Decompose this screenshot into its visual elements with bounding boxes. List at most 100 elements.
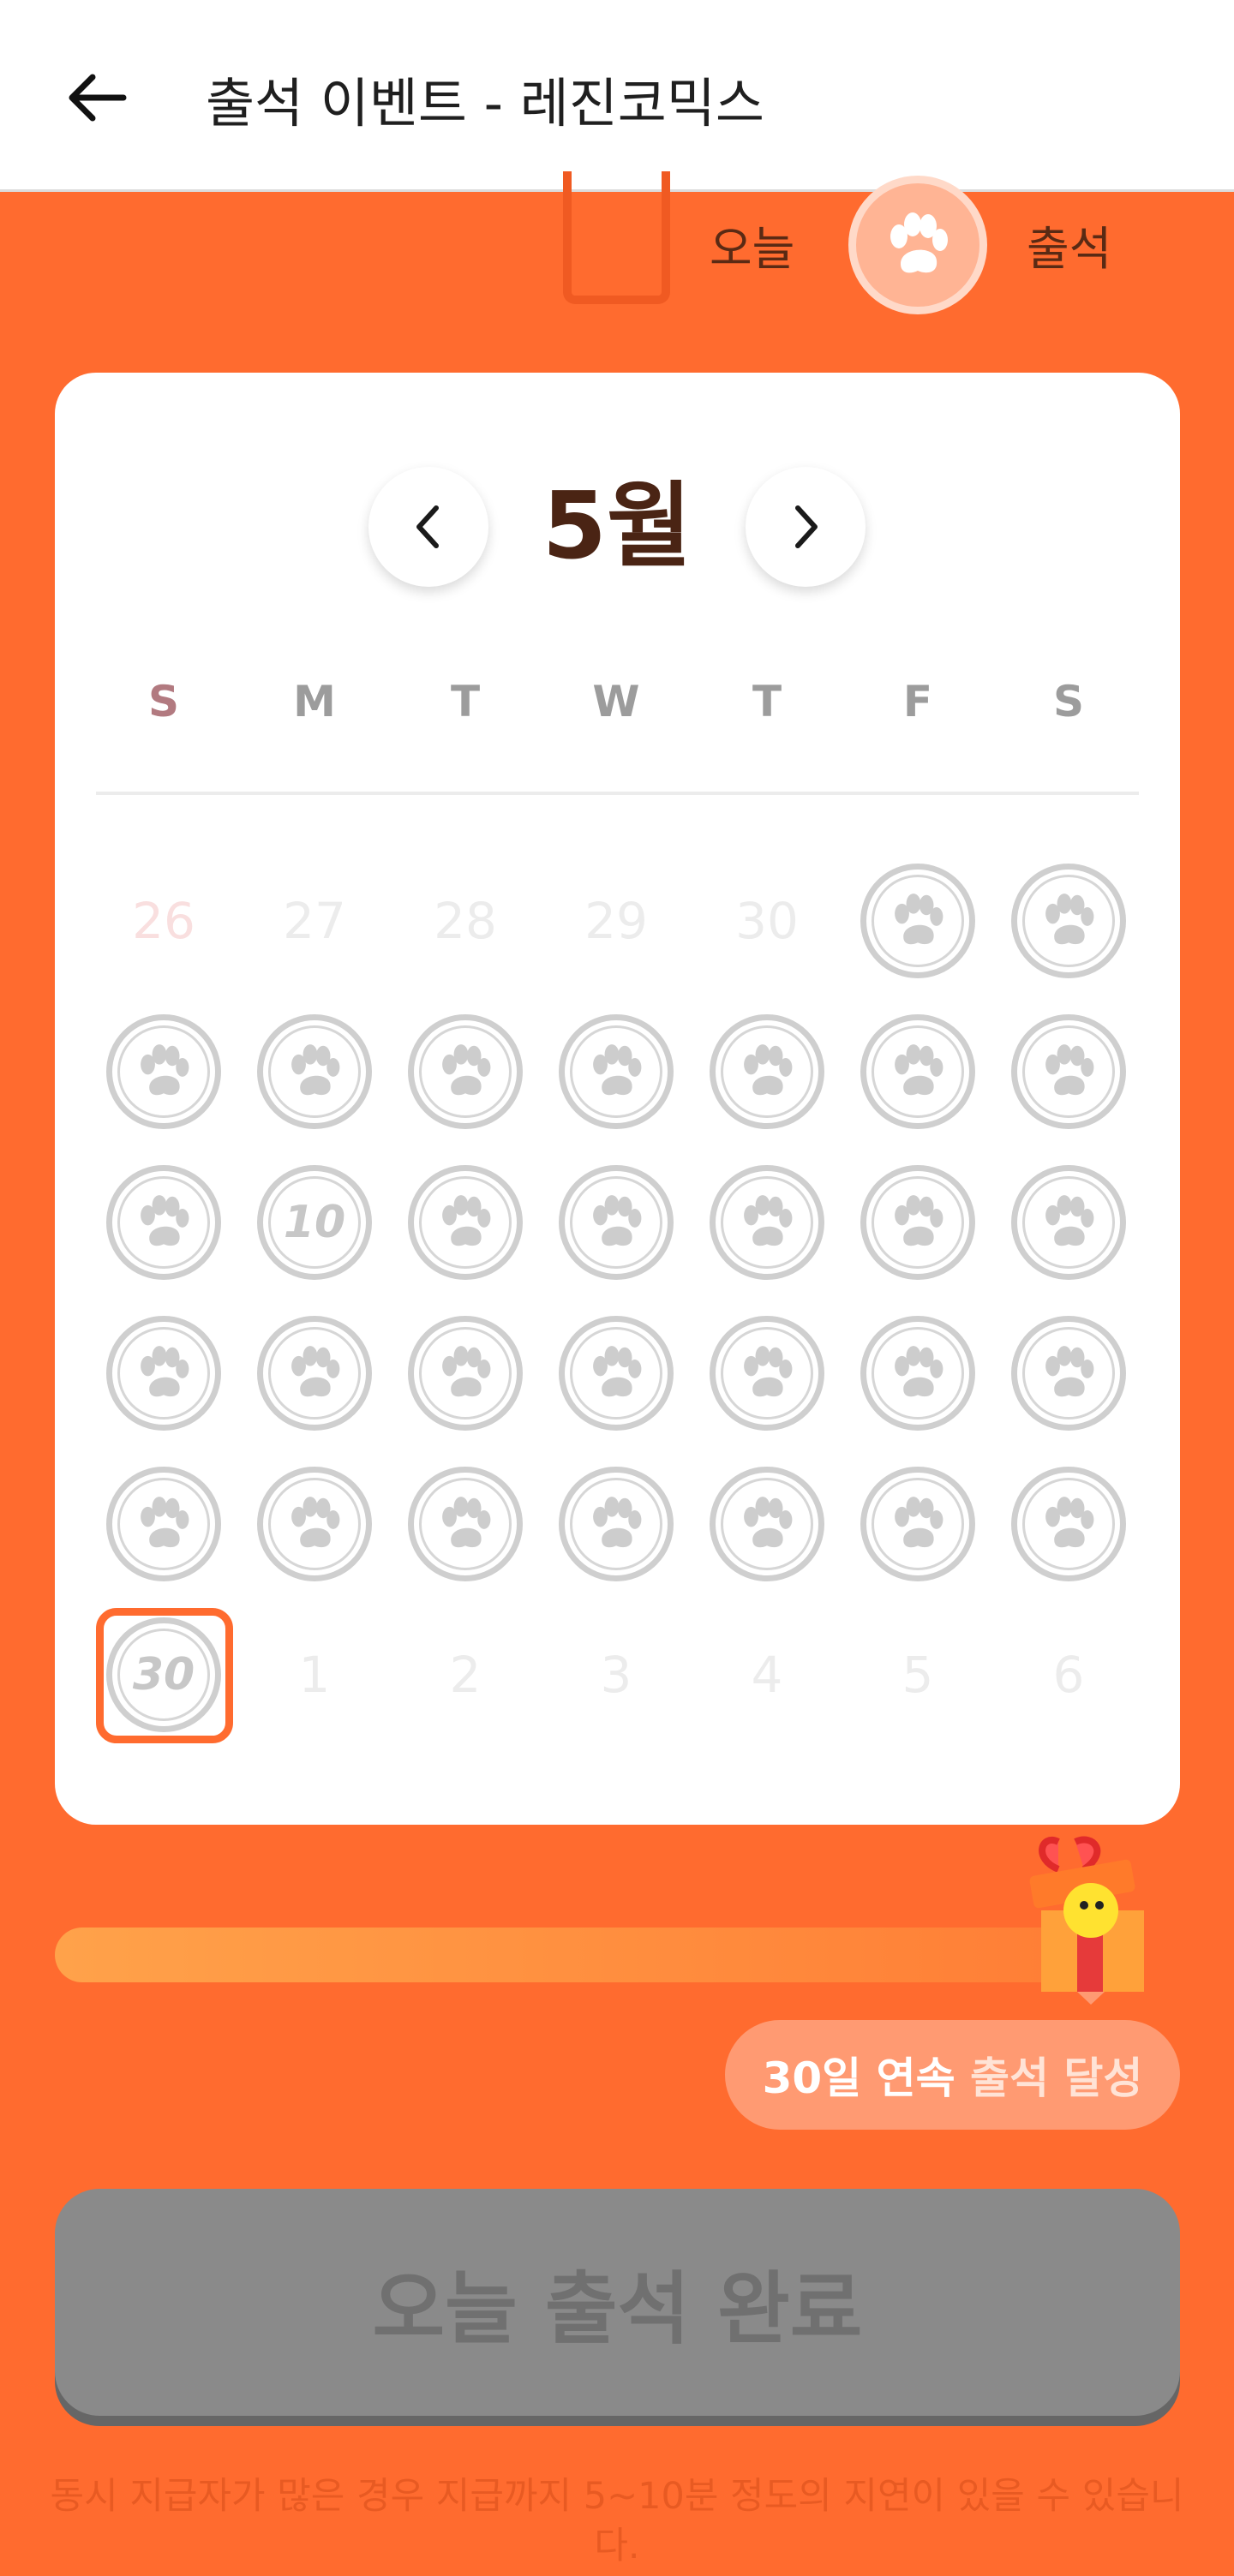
weekday-label: S (147, 677, 179, 726)
day-number: 26 (132, 892, 195, 950)
paw-stamp-icon (106, 1467, 221, 1581)
attendance-stamp (99, 1007, 228, 1136)
back-arrow-icon[interactable] (62, 63, 130, 132)
weekday-label: M (293, 677, 336, 726)
paw-stamp-icon (257, 1014, 372, 1129)
paw-stamp-icon (257, 1316, 372, 1431)
milestone-stamp: 10 (250, 1158, 379, 1287)
streak-bold-text: 30일 연속 (762, 2053, 955, 2103)
streak-rest-text: 출석 달성 (970, 2053, 1143, 2103)
calendar-day: 2 (401, 1611, 530, 1739)
attendance-stamp (854, 1158, 982, 1287)
paw-stamp-icon (710, 1165, 824, 1280)
paw-stamp-icon (710, 1467, 824, 1581)
day-number: 6 (1052, 1646, 1085, 1704)
prev-month-button[interactable] (368, 467, 488, 587)
paw-stamp-icon (1011, 1014, 1126, 1129)
day-number: 5 (902, 1646, 934, 1704)
delay-notice: 동시 지급자가 많은 경우 지급까지 5~10분 정도의 지연이 있을 수 있습… (50, 2475, 1184, 2567)
day-number: 29 (584, 892, 648, 950)
paw-stamp-icon (106, 1165, 221, 1280)
attendance-stamp (703, 1460, 831, 1588)
attendance-stamp (401, 1158, 530, 1287)
attendance-stamp (552, 1007, 680, 1136)
attendance-stamp (401, 1460, 530, 1588)
divider (96, 792, 1139, 795)
attended-legend-label: 출석 (1027, 222, 1112, 276)
paw-stamp-icon (860, 1316, 975, 1431)
calendar-day: 29 (552, 857, 680, 985)
today-highlight (96, 1608, 233, 1743)
weekday-label: F (902, 677, 933, 726)
calendar-day: 1 (250, 1611, 379, 1739)
paw-stamp-icon (860, 1467, 975, 1581)
top-bar: 출석 이벤트 - 레진코믹스 (0, 0, 1234, 192)
attendance-progress-bar (55, 1928, 1100, 1982)
attendance-stamp (854, 857, 982, 985)
paw-stamp-icon (1011, 1165, 1126, 1280)
calendar-day: 5 (854, 1611, 982, 1739)
month-label: 5월 (542, 473, 692, 580)
paw-stamp-icon (408, 1316, 523, 1431)
paw-stamp-icon (559, 1316, 674, 1431)
paw-stamp-icon (559, 1014, 674, 1129)
day-number: 1 (298, 1646, 331, 1704)
paw-stamp-icon (860, 864, 975, 978)
paw-stamp-icon (1011, 864, 1126, 978)
attendance-stamp (99, 1158, 228, 1287)
day-number: 27 (283, 892, 346, 950)
paw-stamp-icon (257, 1467, 372, 1581)
paw-stamp-icon (1011, 1467, 1126, 1581)
attendance-stamp (1004, 857, 1133, 985)
weekday-label: W (592, 677, 640, 726)
paw-stamp-icon (408, 1165, 523, 1280)
next-month-button[interactable] (746, 467, 866, 587)
paw-stamp-icon (106, 1014, 221, 1129)
paw-stamp-icon (559, 1467, 674, 1581)
attendance-stamp (552, 1309, 680, 1437)
paw-stamp-icon (710, 1316, 824, 1431)
attendance-stamp (401, 1007, 530, 1136)
attendance-stamp (99, 1460, 228, 1588)
chevron-left-icon (416, 505, 439, 548)
attendance-stamp (1004, 1158, 1133, 1287)
paw-stamp-icon (559, 1165, 674, 1280)
attendance-stamp (1004, 1309, 1133, 1437)
attendance-stamp (854, 1007, 982, 1136)
today-legend-marker (563, 171, 670, 304)
weekday-label: T (752, 677, 782, 726)
paw-stamp-icon (408, 1014, 523, 1129)
attendance-stamp (250, 1460, 379, 1588)
paw-icon (848, 176, 987, 314)
paw-stamp-icon (860, 1165, 975, 1280)
calendar-day: 3 (552, 1611, 680, 1739)
streak-achievement-badge: 30일 연속 출석 달성 (725, 2020, 1180, 2130)
paw-stamp-icon (408, 1467, 523, 1581)
day-number: 28 (434, 892, 497, 950)
calendar-day: 28 (401, 857, 530, 985)
weekday-label: S (1052, 677, 1084, 726)
day-number: 3 (600, 1646, 632, 1704)
attendance-stamp (703, 1158, 831, 1287)
calendar-day: 4 (703, 1611, 831, 1739)
attendance-stamp (854, 1460, 982, 1588)
attendance-stamp (401, 1309, 530, 1437)
attendance-complete-button[interactable]: 오늘 출석 완료 (55, 2189, 1180, 2416)
attendance-stamp (703, 1007, 831, 1136)
attendance-stamp (250, 1309, 379, 1437)
milestone-number: 10 (283, 1197, 346, 1248)
chevron-right-icon (795, 505, 818, 548)
today-legend-label: 오늘 (710, 222, 795, 276)
day-number: 2 (449, 1646, 482, 1704)
calendar-day: 6 (1004, 1611, 1133, 1739)
page-title: 출석 이벤트 - 레진코믹스 (206, 72, 764, 134)
attendance-stamp (1004, 1007, 1133, 1136)
attendance-stamp (703, 1309, 831, 1437)
calendar-day: 30 (703, 857, 831, 985)
calendar-day: 27 (250, 857, 379, 985)
gift-box-icon (1029, 1836, 1144, 2005)
day-number: 4 (751, 1646, 783, 1704)
day-number: 30 (735, 892, 799, 950)
attendance-stamp (250, 1007, 379, 1136)
paw-stamp-icon (860, 1014, 975, 1129)
